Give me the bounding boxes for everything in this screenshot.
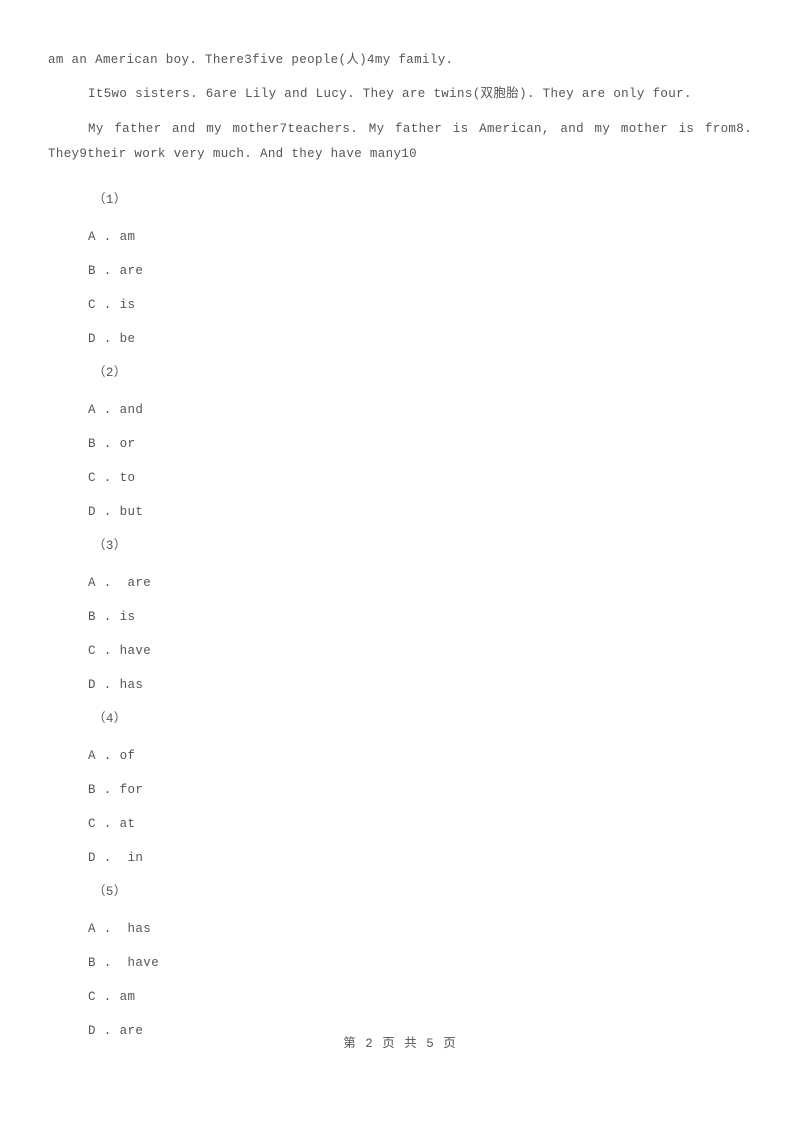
- question-1-option-d[interactable]: D . be: [48, 322, 752, 356]
- question-number-2: （2）: [93, 366, 127, 380]
- question-block-4: （4） A . of B . for C . at D . in: [48, 702, 752, 875]
- question-2-option-c[interactable]: C . to: [48, 461, 752, 495]
- question-5-option-b[interactable]: B . have: [48, 946, 752, 980]
- question-number-1: （1）: [93, 193, 127, 207]
- question-5-option-a[interactable]: A . has: [48, 912, 752, 946]
- question-3-option-a[interactable]: A . are: [48, 566, 752, 600]
- question-4-option-d[interactable]: D . in: [48, 841, 752, 875]
- page-content: am an American boy. There3five people(人)…: [48, 48, 752, 1048]
- question-1-option-b[interactable]: B . are: [48, 254, 752, 288]
- passage-paragraph-2: It5wo sisters. 6are Lily and Lucy. They …: [88, 87, 692, 101]
- question-block-1: （1） A . am B . are C . is D . be: [48, 183, 752, 356]
- question-3-option-b[interactable]: B . is: [48, 600, 752, 634]
- question-list: （1） A . am B . are C . is D . be （2） A .…: [48, 183, 752, 1048]
- question-1-option-c[interactable]: C . is: [48, 288, 752, 322]
- question-1-option-a[interactable]: A . am: [48, 220, 752, 254]
- question-block-3: （3） A . are B . is C . have D . has: [48, 529, 752, 702]
- page-footer: 第 2 页 共 5 页: [343, 1037, 457, 1051]
- question-block-2: （2） A . and B . or C . to D . but: [48, 356, 752, 529]
- question-4-option-a[interactable]: A . of: [48, 739, 752, 773]
- question-5-option-c[interactable]: C . am: [48, 980, 752, 1014]
- question-4-option-c[interactable]: C . at: [48, 807, 752, 841]
- question-3-option-c[interactable]: C . have: [48, 634, 752, 668]
- question-2-option-a[interactable]: A . and: [48, 393, 752, 427]
- question-2-option-b[interactable]: B . or: [48, 427, 752, 461]
- question-number-4: （4）: [93, 712, 127, 726]
- document-page: am an American boy. There3five people(人)…: [0, 0, 800, 1132]
- question-number-5: （5）: [93, 885, 127, 899]
- question-4-option-b[interactable]: B . for: [48, 773, 752, 807]
- question-number-3: （3）: [93, 539, 127, 553]
- passage-paragraph-3: My father and my mother7teachers. My fat…: [48, 122, 760, 161]
- question-3-option-d[interactable]: D . has: [48, 668, 752, 702]
- question-2-option-d[interactable]: D . but: [48, 495, 752, 529]
- passage-paragraph-1: am an American boy. There3five people(人)…: [48, 53, 454, 67]
- question-block-5: （5） A . has B . have C . am D . are: [48, 875, 752, 1048]
